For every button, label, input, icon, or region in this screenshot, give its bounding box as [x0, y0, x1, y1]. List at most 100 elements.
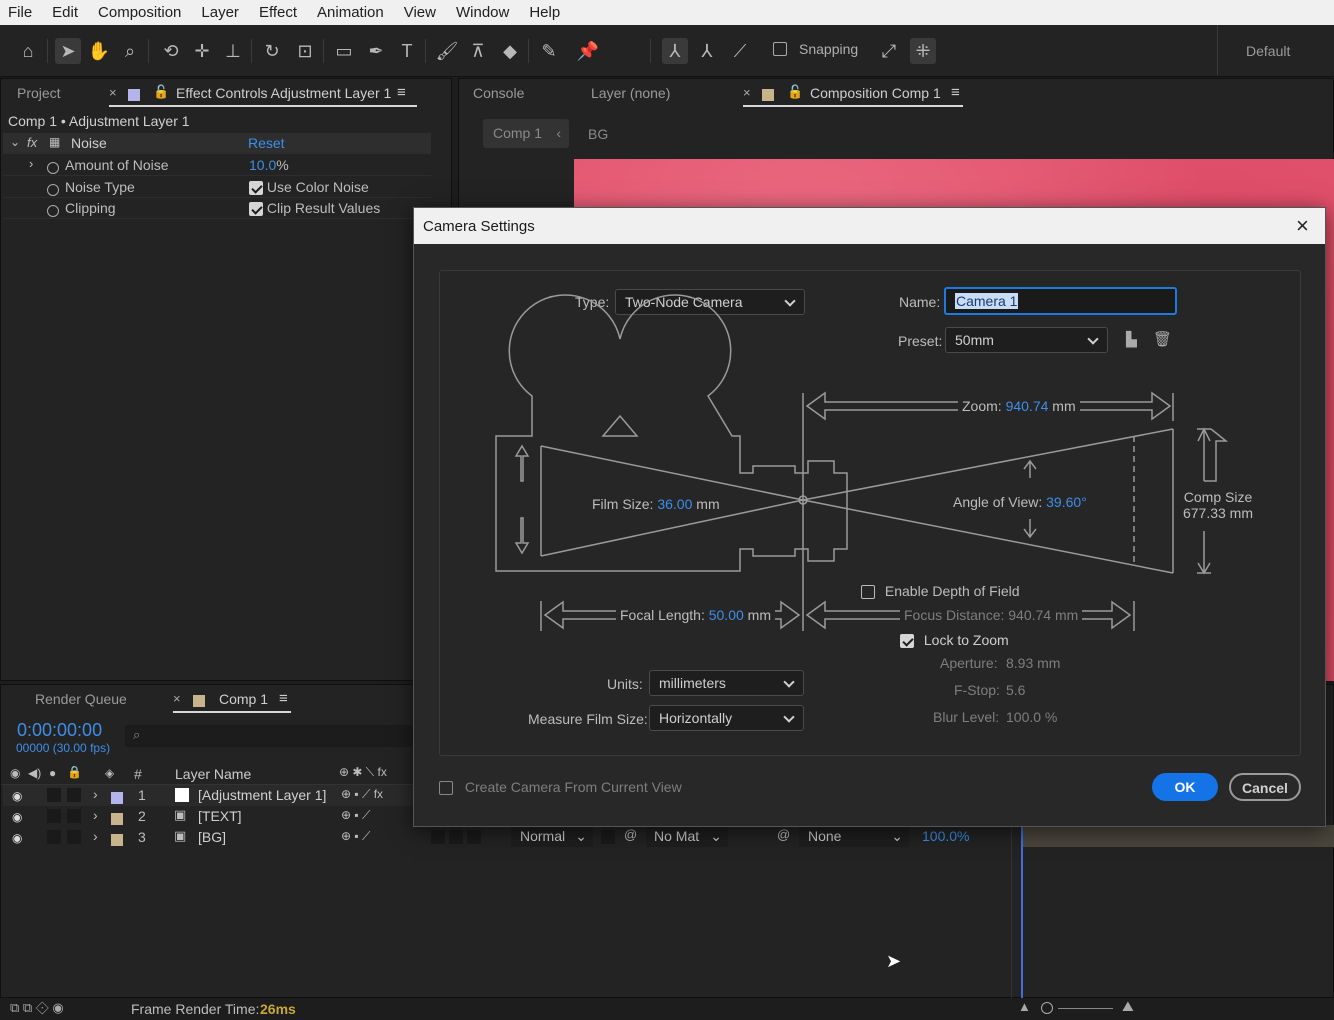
lock-toggle[interactable] — [67, 830, 81, 844]
clip-result-values-checkbox[interactable] — [249, 202, 263, 217]
snapping-checkbox[interactable] — [773, 42, 787, 56]
measure-film-size-select[interactable]: Horizontally — [649, 705, 804, 731]
zoom-value[interactable]: 940.74 — [1006, 398, 1049, 414]
chevron-right-icon[interactable]: › — [93, 807, 98, 823]
breadcrumb-bg[interactable]: BG — [588, 126, 608, 142]
close-icon[interactable]: × — [109, 85, 117, 100]
ok-button[interactable]: OK — [1152, 773, 1218, 801]
zoom-out-icon[interactable]: ▲ — [1018, 999, 1031, 1014]
layer-duration-bar[interactable] — [1021, 825, 1334, 847]
tab-effect-controls[interactable]: Effect Controls Adjustment Layer 1 — [176, 85, 391, 101]
stopwatch-icon[interactable] — [47, 162, 59, 175]
table-row[interactable]: ◉ › 3 ▣ [BG] ⊕ ▪ ⟋ — [3, 827, 413, 848]
menu-file[interactable]: File — [8, 4, 32, 21]
tab-composition[interactable]: Composition Comp 1 — [810, 85, 941, 101]
use-color-noise-checkbox[interactable] — [249, 181, 263, 196]
layer-name[interactable]: [Adjustment Layer 1] — [198, 787, 326, 803]
layer-label-color[interactable] — [111, 834, 123, 847]
zoom-in-icon[interactable]: ⛰ — [1122, 998, 1134, 1015]
eraser-tool-icon[interactable]: ◆ — [497, 38, 523, 64]
layer-switches[interactable]: ⊕ ▪ ⟋ — [341, 808, 370, 823]
close-icon[interactable]: × — [173, 691, 181, 706]
selection-tool-icon[interactable]: ➤ — [55, 38, 81, 64]
snap-option-icon[interactable]: ⤢ — [876, 38, 902, 64]
solo-toggle[interactable] — [47, 809, 61, 823]
menu-effect[interactable]: Effect — [259, 4, 297, 21]
view-axis-icon[interactable]: ⟋ — [727, 38, 753, 64]
parent-pickwhip-icon[interactable]: @ — [777, 827, 790, 842]
solo-toggle[interactable] — [47, 788, 61, 802]
zoom-slider-handle[interactable] — [1041, 1002, 1053, 1014]
close-icon[interactable]: × — [743, 85, 751, 100]
snap-grid-icon[interactable]: ⁜ — [910, 38, 936, 64]
tab-layer[interactable]: Layer (none) — [591, 85, 670, 101]
chevron-right-icon[interactable]: › — [29, 156, 33, 171]
pen-tool-icon[interactable]: ✒ — [363, 38, 389, 64]
anchor-point-tool-icon[interactable]: ⊡ — [292, 38, 318, 64]
lock-to-zoom-checkbox[interactable] — [900, 634, 914, 649]
puppet-pin-tool-icon[interactable]: 📌 — [575, 38, 601, 64]
current-timecode[interactable]: 0:00:00:00 — [17, 720, 102, 741]
dolly-camera-icon[interactable]: ⊥ — [220, 38, 246, 64]
visibility-eye-icon[interactable]: ◉ — [12, 789, 22, 803]
effect-header-row[interactable]: ⌄ fx ▦ Noise Reset — [3, 133, 431, 154]
hand-tool-icon[interactable]: ✋ — [86, 38, 112, 64]
type-tool-icon[interactable]: T — [394, 38, 420, 64]
opacity-value[interactable]: 100.0% — [922, 828, 969, 844]
roto-brush-tool-icon[interactable]: ✎ — [536, 38, 562, 64]
fx-icon[interactable]: fx — [27, 135, 37, 150]
clone-stamp-tool-icon[interactable]: ⊼ — [465, 38, 491, 64]
parent-select[interactable]: None ⌄ — [799, 827, 909, 847]
layer-label-color[interactable] — [111, 792, 123, 805]
lock-toggle[interactable] — [67, 788, 81, 802]
create-from-view-checkbox[interactable] — [439, 781, 453, 796]
menu-edit[interactable]: Edit — [52, 4, 78, 21]
pan-camera-icon[interactable]: ✛ — [189, 38, 215, 64]
menu-view[interactable]: View — [404, 4, 436, 21]
layer-toggles[interactable] — [431, 830, 487, 844]
zoom-tool-icon[interactable]: ⌕ — [117, 38, 143, 64]
layer-switches[interactable]: ⊕ ▪ ⟋ fx — [341, 787, 383, 802]
brush-tool-icon[interactable]: 🖌 — [434, 38, 460, 64]
toggle-switches-icon[interactable]: ⧉ ⧉ ⟐ ◉ — [10, 1000, 64, 1016]
panel-menu-icon[interactable]: ≡ — [951, 84, 960, 101]
home-icon[interactable]: ⌂ — [15, 38, 41, 64]
zoom-slider-track[interactable] — [1058, 1008, 1113, 1009]
aov-value[interactable]: 39.60 — [1046, 494, 1081, 510]
table-row[interactable]: ◉ › 1 [Adjustment Layer 1] ⊕ ▪ ⟋ fx — [3, 785, 413, 806]
units-select[interactable]: millimeters — [649, 670, 804, 696]
tab-console[interactable]: Console — [473, 85, 524, 101]
orbit-camera-icon[interactable]: ⟲ — [158, 38, 184, 64]
panel-menu-icon[interactable]: ≡ — [397, 84, 406, 101]
stopwatch-icon[interactable] — [47, 205, 59, 218]
track-matte-select[interactable]: No Mat ⌄ — [646, 827, 728, 847]
preserve-transparency-toggle[interactable] — [601, 830, 615, 844]
world-axis-icon[interactable]: ⅄ — [694, 38, 720, 64]
reset-link[interactable]: Reset — [248, 135, 285, 151]
menu-composition[interactable]: Composition — [98, 4, 181, 21]
table-row[interactable]: ◉ › 2 ▣ [TEXT] ⊕ ▪ ⟋ — [3, 806, 413, 827]
visibility-eye-icon[interactable]: ◉ — [12, 810, 22, 824]
cancel-button[interactable]: Cancel — [1229, 773, 1301, 801]
timeline-search-input[interactable]: ⌕ — [125, 725, 415, 747]
close-icon[interactable]: × — [1296, 213, 1309, 239]
workspace-label[interactable]: Default — [1246, 43, 1290, 59]
menu-layer[interactable]: Layer — [201, 4, 239, 21]
chevron-right-icon[interactable]: › — [93, 828, 98, 844]
rotate-tool-icon[interactable]: ↻ — [259, 38, 285, 64]
visibility-eye-icon[interactable]: ◉ — [12, 831, 22, 845]
breadcrumb-comp[interactable]: Comp 1 ‹ — [483, 119, 569, 148]
lock-icon[interactable]: 🔓 — [153, 84, 169, 100]
chevron-right-icon[interactable]: › — [93, 786, 98, 802]
menu-animation[interactable]: Animation — [317, 4, 384, 21]
lock-icon[interactable]: 🔓 — [787, 84, 803, 100]
layer-name[interactable]: [BG] — [198, 829, 226, 845]
chevron-down-icon[interactable]: ⌄ — [10, 135, 20, 149]
tab-timeline-comp[interactable]: Comp 1 — [219, 691, 268, 707]
panel-menu-icon[interactable]: ≡ — [279, 690, 288, 707]
enable-depth-of-field-checkbox[interactable] — [861, 585, 875, 600]
local-axis-icon[interactable]: ⅄ — [662, 38, 688, 64]
rectangle-tool-icon[interactable]: ▭ — [331, 38, 357, 64]
blend-mode-select[interactable]: Normal ⌄ — [511, 827, 593, 847]
menu-help[interactable]: Help — [529, 4, 560, 21]
